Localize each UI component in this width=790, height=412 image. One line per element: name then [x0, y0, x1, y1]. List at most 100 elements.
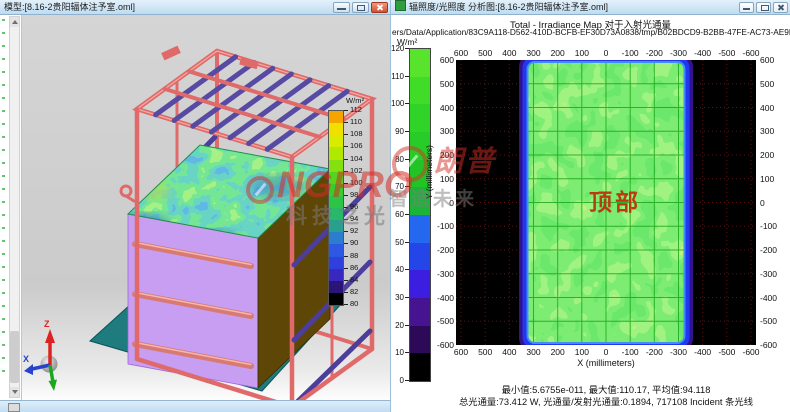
- y-tick-label: -400: [436, 293, 454, 303]
- colorbar-tick-label: 30: [391, 293, 404, 302]
- y-tick-label: -300: [436, 269, 454, 279]
- colorbar-swatches: [328, 110, 344, 306]
- irradiance-colorbar: 1201101009080706050403020100: [391, 48, 431, 388]
- y-tick-label: 400: [436, 103, 454, 113]
- y-tick-label: 600: [436, 55, 454, 65]
- y-tick-label: 0: [758, 198, 784, 208]
- colorbar-tick: [405, 325, 409, 326]
- y-tick-label: 300: [758, 126, 784, 136]
- y-tick-label: 500: [758, 79, 784, 89]
- maximize-button[interactable]: [756, 2, 771, 13]
- restore-icon: [357, 5, 365, 11]
- tree-mini-icon[interactable]: [8, 403, 20, 412]
- colorbar-tick-label: 104: [350, 155, 363, 163]
- window-bottom-border: [0, 400, 390, 412]
- colorbar-segment: [329, 160, 343, 172]
- colorbar-tick-label: 112: [350, 106, 362, 114]
- model-tree-panel[interactable]: [0, 15, 22, 400]
- colorbar-segment: [410, 326, 430, 354]
- colorbar-tick-label: 20: [391, 321, 404, 330]
- colorbar-scale: 1201101009080706050403020100: [391, 48, 409, 380]
- colorbar-tick-label: 86: [350, 264, 358, 272]
- y-tick-label: -600: [436, 340, 454, 350]
- y-axis-label: Y (millimeters): [424, 145, 434, 199]
- colorbar-tick: [344, 171, 348, 172]
- colorbar-tick-label: 60: [391, 210, 404, 219]
- y-tick-label: -400: [758, 293, 784, 303]
- minimize-button[interactable]: [333, 2, 350, 13]
- colorbar-tick-label: 100: [350, 179, 363, 187]
- close-button[interactable]: [371, 2, 388, 13]
- colorbar-tick-label: 90: [350, 239, 358, 247]
- colorbar-tick: [405, 242, 409, 243]
- colorbar-tick-label: 84: [350, 276, 358, 284]
- colorbar-segment: [329, 135, 343, 147]
- colorbar-tick-label: 108: [350, 130, 363, 138]
- colorbar-tick-label: 88: [350, 252, 358, 260]
- colorbar-tick-label: 40: [391, 265, 404, 274]
- colorbar-tick-label: 110: [350, 118, 362, 126]
- irradiance-window-title: 辐照度/光照度 分析图:[8.16-2贵阳辐体注予室.oml]: [409, 2, 608, 12]
- y-tick-label: -200: [758, 245, 784, 255]
- colorbar-tick-label: 96: [350, 203, 358, 211]
- colorbar-tick: [344, 219, 348, 220]
- y-tick-label: -100: [436, 221, 454, 231]
- colorbar-segment: [329, 111, 343, 123]
- colorbar-scale: 1121101081061041021009896949290888684828…: [344, 110, 380, 304]
- colorbar-segment: [329, 147, 343, 159]
- colorbar-segment: [329, 172, 343, 184]
- colorbar-segment: [329, 184, 343, 196]
- tree-items-clipped: [2, 19, 5, 376]
- colorbar-tick: [405, 214, 409, 215]
- model-window-titlebar[interactable]: 模型:[8.16-2贵阳辐体注予室.oml]: [0, 0, 390, 15]
- colorbar-tick: [344, 183, 348, 184]
- colorbar-segment: [410, 49, 430, 77]
- colorbar-tick-label: 110: [391, 72, 404, 81]
- y-tick-label: 0: [436, 198, 454, 208]
- colorbar-segment: [329, 123, 343, 135]
- maximize-icon: [761, 5, 769, 11]
- colorbar-tick-label: 106: [350, 142, 363, 150]
- y-tick-label: 200: [436, 150, 454, 160]
- colorbar-tick-label: 80: [350, 300, 358, 308]
- colorbar-tick-label: 102: [350, 167, 363, 175]
- colorbar-tick: [344, 268, 348, 269]
- colorbar-tick: [344, 159, 348, 160]
- colorbar-tick: [344, 280, 348, 281]
- colorbar-tick: [405, 131, 409, 132]
- irradiance-map-plot[interactable]: 顶部: [456, 60, 756, 345]
- colorbar-unit-label: W/m²: [336, 96, 374, 105]
- colorbar-tick: [405, 186, 409, 187]
- minimize-icon: [337, 8, 346, 10]
- colorbar-tick: [405, 159, 409, 160]
- y-axis-ticks-right: 6005004003002001000-100-200-300-400-500-…: [758, 60, 784, 345]
- colorbar-tick-label: 10: [391, 348, 404, 357]
- model-window-title: 模型:[8.16-2贵阳辐体注予室.oml]: [4, 2, 135, 12]
- colorbar-tick: [344, 243, 348, 244]
- colorbar-tick-label: 100: [391, 99, 404, 108]
- colorbar-tick: [344, 207, 348, 208]
- colorbar-segment: [329, 257, 343, 269]
- scroll-down-arrow[interactable]: [10, 387, 19, 397]
- scroll-thumb[interactable]: [10, 331, 19, 383]
- colorbar-tick: [405, 103, 409, 104]
- tree-scrollbar[interactable]: [9, 16, 20, 398]
- model-window: 模型:[8.16-2贵阳辐体注予室.oml]: [0, 0, 390, 412]
- colorbar-tick-label: 94: [350, 215, 358, 223]
- colorbar-segment: [329, 269, 343, 281]
- y-tick-label: -600: [758, 340, 784, 350]
- y-tick-label: 600: [758, 55, 784, 65]
- y-tick-label: 100: [758, 174, 784, 184]
- minimize-button[interactable]: [739, 2, 754, 13]
- scroll-up-arrow[interactable]: [10, 17, 19, 27]
- colorbar-tick: [405, 297, 409, 298]
- y-tick-label: -500: [758, 316, 784, 326]
- restore-button[interactable]: [352, 2, 369, 13]
- x-axis-ticks-top: 6005004003002001000-100-200-300-400-500-…: [456, 48, 756, 58]
- model-3d-viewport[interactable]: Z X W/m² 1121101081061041021009896949290…: [22, 15, 390, 400]
- close-button[interactable]: [773, 2, 788, 13]
- y-tick-label: 200: [758, 150, 784, 160]
- irradiance-window-titlebar[interactable]: 辐照度/光照度 分析图:[8.16-2贵阳辐体注予室.oml]: [391, 0, 790, 15]
- minimize-icon: [743, 8, 750, 10]
- colorbar-segment: [410, 353, 430, 381]
